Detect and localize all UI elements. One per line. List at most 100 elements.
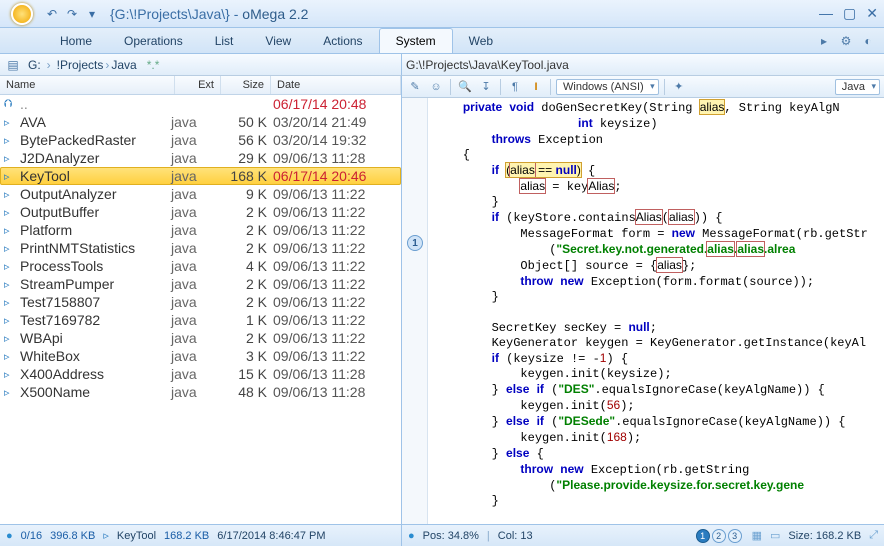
tab-operations[interactable]: Operations <box>108 28 199 53</box>
file-row[interactable]: ▹PrintNMTStatisticsjava2 K09/06/13 11:22 <box>0 239 401 257</box>
file-name: WhiteBox <box>20 348 171 364</box>
file-icon: ▹ <box>4 368 18 381</box>
status-expand-icon[interactable]: ⤢ <box>869 529 878 542</box>
file-ext: java <box>171 312 217 328</box>
status-total-size: 396.8 KB <box>50 530 95 542</box>
tab-view[interactable]: View <box>249 28 307 53</box>
file-icon: ▹ <box>4 260 18 273</box>
encoding-combo[interactable]: Windows (ANSI) <box>556 79 659 95</box>
file-ext: java <box>171 258 217 274</box>
col-name[interactable]: Name <box>0 76 175 94</box>
parent-dir-row[interactable]: ⮉..06/17/14 20:48 <box>0 95 401 113</box>
code-area[interactable]: private void doGenSecretKey(String alias… <box>428 98 884 524</box>
file-icon: ⮉ <box>4 98 18 111</box>
file-name: ProcessTools <box>20 258 171 274</box>
file-size: 2 K <box>217 204 267 220</box>
breadcrumb-drive[interactable]: G: <box>26 58 43 72</box>
breadcrumb-part[interactable]: Java <box>109 58 138 72</box>
qat-dropdown-icon[interactable]: ▾ <box>84 6 100 22</box>
goto-icon[interactable]: ↧ <box>477 78 495 96</box>
pilcrow-icon[interactable]: ¶ <box>506 78 524 96</box>
file-date: 09/06/13 11:28 <box>267 384 397 400</box>
col-date[interactable]: Date <box>271 76 401 94</box>
file-row[interactable]: ▹X400Addressjava15 K09/06/13 11:28 <box>0 365 401 383</box>
file-name: Test7169782 <box>20 312 171 328</box>
file-row[interactable]: ▹AVAjava50 K03/20/14 21:49 <box>0 113 401 131</box>
view-badge-3[interactable]: 3 <box>728 529 742 543</box>
file-row[interactable]: ▹Test7169782java1 K09/06/13 11:22 <box>0 311 401 329</box>
file-date: 09/06/13 11:22 <box>267 294 397 310</box>
file-row[interactable]: ▹OutputAnalyzerjava9 K09/06/13 11:22 <box>0 185 401 203</box>
file-ext: java <box>171 204 217 220</box>
editor-path-bar: G:\!Projects\Java\KeyTool.java <box>402 54 884 76</box>
file-row[interactable]: ▹KeyTooljava168 K06/17/14 20:46 <box>0 167 401 185</box>
file-row[interactable]: ▹Test7158807java2 K09/06/13 11:22 <box>0 293 401 311</box>
file-row[interactable]: ▹Platformjava2 K09/06/13 11:22 <box>0 221 401 239</box>
file-date: 09/06/13 11:28 <box>267 366 397 382</box>
file-row[interactable]: ▹WhiteBoxjava3 K09/06/13 11:22 <box>0 347 401 365</box>
new-tab-icon[interactable]: ▸ <box>816 33 832 49</box>
save-icon[interactable]: ✎ <box>406 78 424 96</box>
caret-icon[interactable]: I <box>527 78 545 96</box>
file-icon: ▹ <box>4 242 18 255</box>
tools-icon[interactable]: ✦ <box>670 78 688 96</box>
help-icon[interactable]: ◐ <box>860 33 876 49</box>
file-row[interactable]: ▹StreamPumperjava2 K09/06/13 11:22 <box>0 275 401 293</box>
file-row[interactable]: ▹X500Namejava48 K09/06/13 11:28 <box>0 383 401 401</box>
file-ext: java <box>171 150 217 166</box>
file-size: 50 K <box>217 114 267 130</box>
edit-icon[interactable]: ☺ <box>427 78 445 96</box>
file-row[interactable]: ▹BytePackedRasterjava56 K03/20/14 19:32 <box>0 131 401 149</box>
file-size: 1 K <box>217 312 267 328</box>
tab-actions[interactable]: Actions <box>307 28 378 53</box>
app-menu-button[interactable] <box>6 1 38 27</box>
status-thumb-icon[interactable]: ▦ <box>752 529 762 542</box>
file-name: PrintNMTStatistics <box>20 240 171 256</box>
column-headers[interactable]: Name Ext Size Date <box>0 76 401 95</box>
file-icon: ▹ <box>4 116 18 129</box>
file-ext: java <box>171 330 217 346</box>
file-date: 09/06/13 11:22 <box>267 312 397 328</box>
col-size[interactable]: Size <box>221 76 271 94</box>
toolbox-icon[interactable]: ⚙ <box>838 33 854 49</box>
language-combo[interactable]: Java <box>835 79 880 95</box>
file-row[interactable]: ▹OutputBufferjava2 K09/06/13 11:22 <box>0 203 401 221</box>
view-mode-icon[interactable]: ▤ <box>4 56 22 74</box>
file-ext: java <box>171 348 217 364</box>
view-badge-1[interactable]: 1 <box>696 529 710 543</box>
file-date: 09/06/13 11:22 <box>267 330 397 346</box>
file-size: 29 K <box>217 150 267 166</box>
file-name: X500Name <box>20 384 171 400</box>
view-badge-2[interactable]: 2 <box>712 529 726 543</box>
file-row[interactable]: ▹ProcessToolsjava4 K09/06/13 11:22 <box>0 257 401 275</box>
file-row[interactable]: ▹J2DAnalyzerjava29 K09/06/13 11:28 <box>0 149 401 167</box>
breadcrumb-part[interactable]: !Projects <box>55 58 106 72</box>
file-filter[interactable]: *.* <box>147 58 160 72</box>
file-ext: java <box>171 240 217 256</box>
editor-gutter[interactable]: 1 <box>402 98 428 524</box>
redo-icon[interactable]: ↷ <box>64 6 80 22</box>
file-icon: ▹ <box>4 350 18 363</box>
close-button[interactable]: ✕ <box>866 5 878 22</box>
minimize-button[interactable]: — <box>819 5 833 22</box>
file-row[interactable]: ▹WBApijava2 K09/06/13 11:22 <box>0 329 401 347</box>
file-icon: ▹ <box>4 152 18 165</box>
tab-web[interactable]: Web <box>453 28 509 53</box>
file-ext: java <box>171 294 217 310</box>
file-icon: ▹ <box>4 134 18 147</box>
col-ext[interactable]: Ext <box>175 76 221 94</box>
file-date: 09/06/13 11:22 <box>267 222 397 238</box>
file-name: .. <box>20 96 171 112</box>
file-size: 56 K <box>217 132 267 148</box>
bookmark-badge[interactable]: 1 <box>407 235 423 251</box>
undo-icon[interactable]: ↶ <box>44 6 60 22</box>
maximize-button[interactable]: ▢ <box>843 5 856 22</box>
file-size: 2 K <box>217 330 267 346</box>
find-icon[interactable]: 🔍 <box>456 78 474 96</box>
file-list[interactable]: ⮉..06/17/14 20:48▹AVAjava50 K03/20/14 21… <box>0 95 401 524</box>
file-icon: ▹ <box>4 314 18 327</box>
tab-system[interactable]: System <box>379 28 453 53</box>
tab-home[interactable]: Home <box>44 28 108 53</box>
tab-list[interactable]: List <box>199 28 250 53</box>
status-view-icon[interactable]: ▭ <box>770 529 780 542</box>
